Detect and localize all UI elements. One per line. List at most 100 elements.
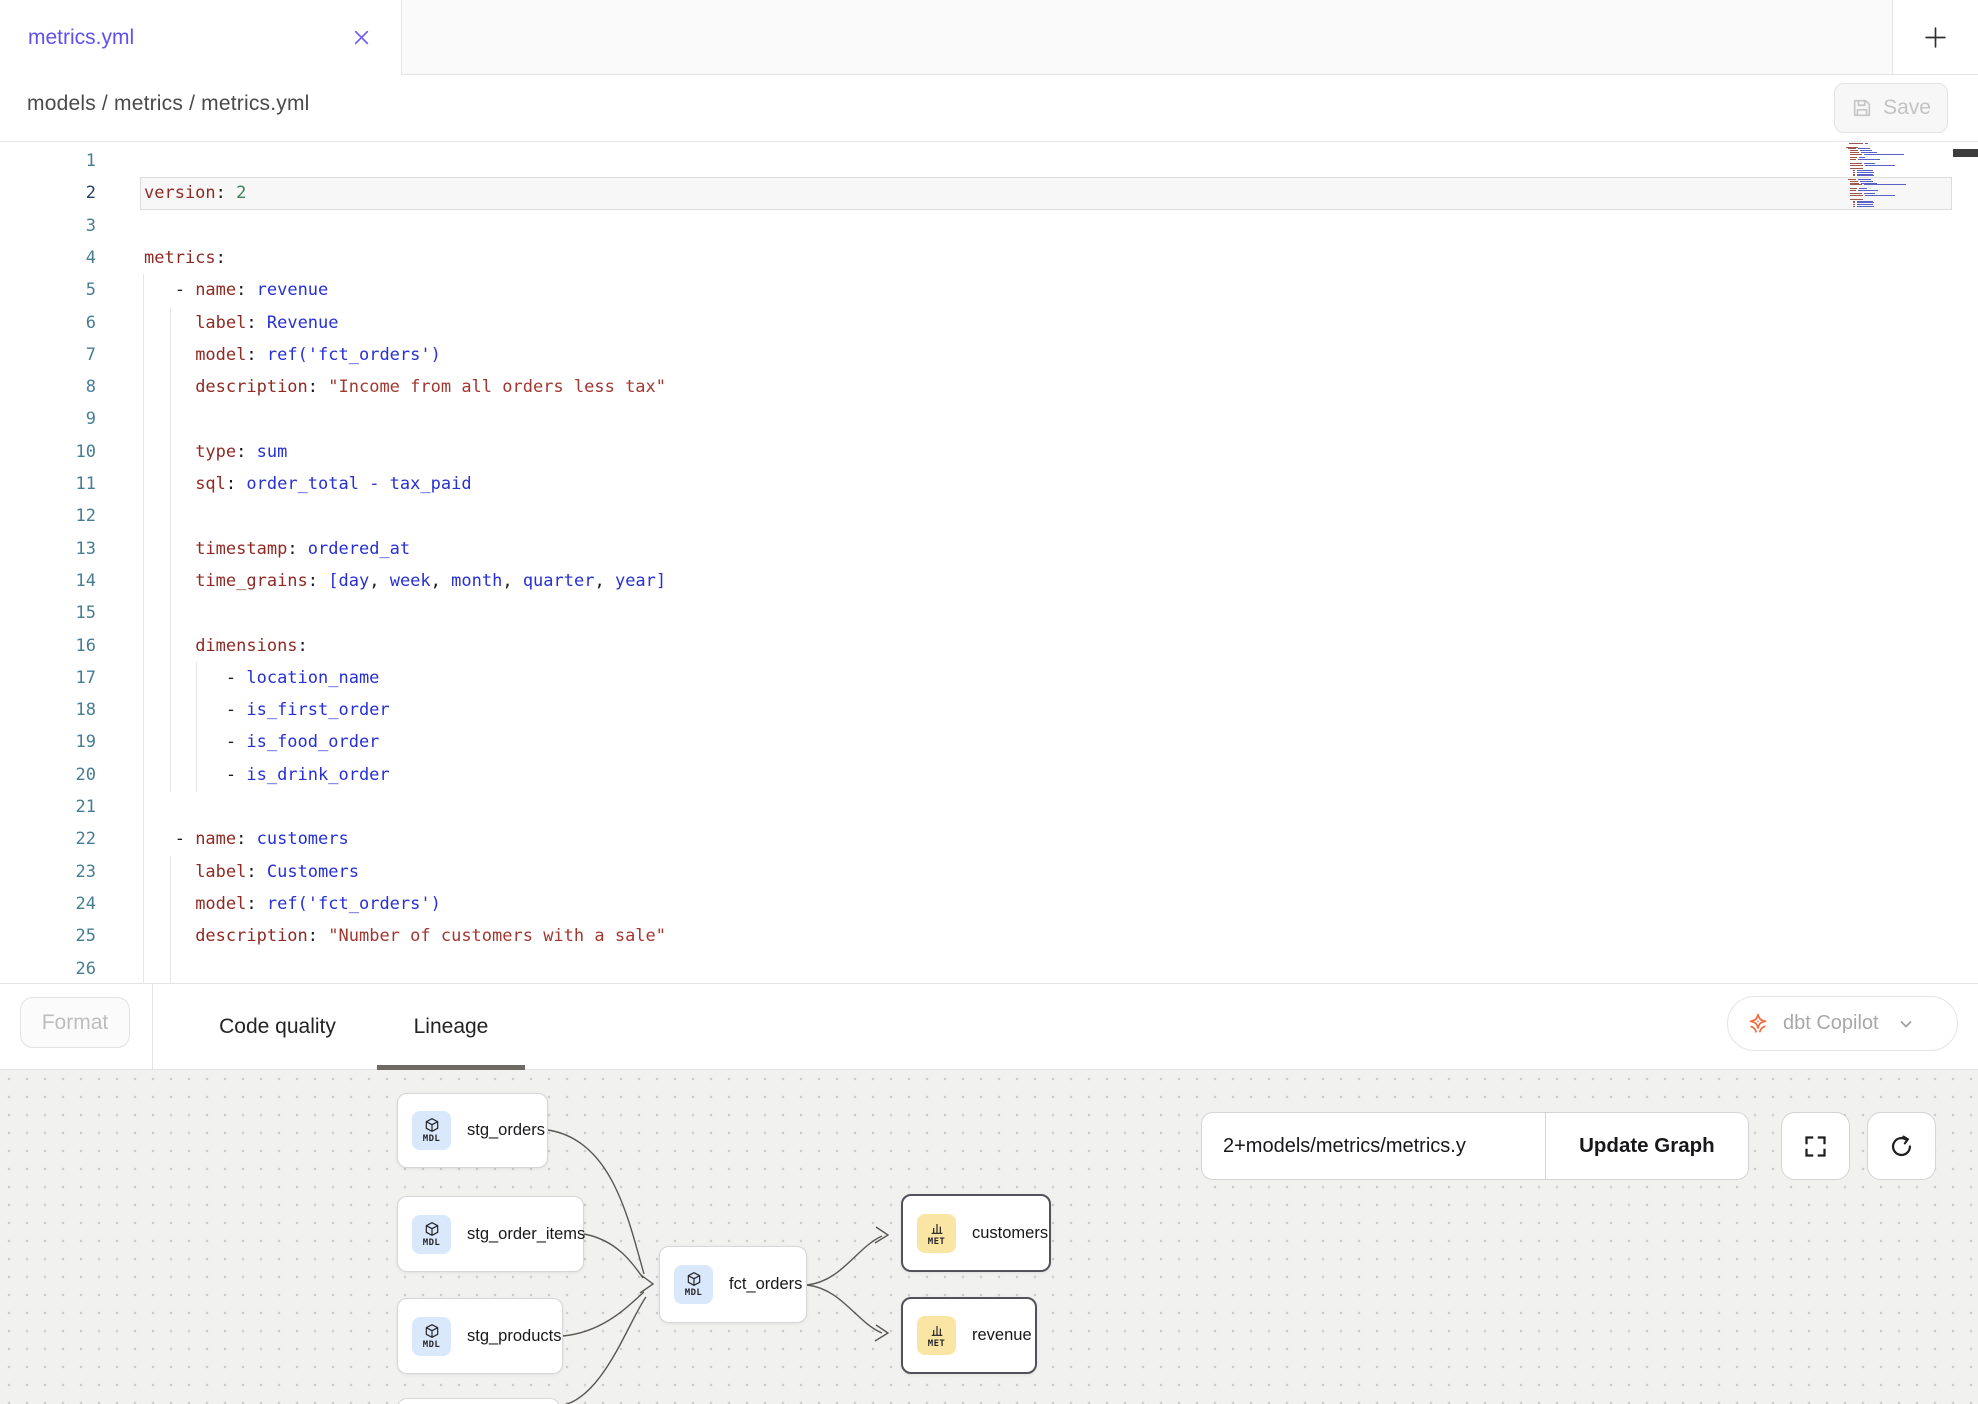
- node-label: stg_orders: [467, 1121, 545, 1140]
- line-number: 9: [0, 403, 96, 436]
- edge-stg_products-to-fct_orders: [563, 1292, 644, 1336]
- code-line-text: metrics:: [144, 242, 226, 275]
- minimap[interactable]: [1846, 143, 1948, 233]
- code-line-15[interactable]: 15: [0, 597, 1978, 630]
- save-button[interactable]: Save: [1834, 83, 1948, 133]
- tab-metrics-yml[interactable]: metrics.yml: [0, 0, 402, 75]
- code-line-16[interactable]: 16 dimensions:: [0, 630, 1978, 663]
- lineage-node-stg_order_items[interactable]: MDL stg_order_items: [397, 1196, 584, 1272]
- line-number: 26: [0, 953, 96, 984]
- line-number: 2: [0, 177, 96, 210]
- line-number: 1: [0, 145, 96, 178]
- new-tab-button[interactable]: [1892, 0, 1978, 75]
- code-line-text: - is_drink_order: [144, 759, 390, 792]
- code-line-text: - is_food_order: [144, 726, 379, 759]
- code-line-2[interactable]: 2version: 2: [0, 177, 1978, 210]
- fullscreen-icon: [1802, 1133, 1829, 1160]
- dbt-copilot-button[interactable]: dbt Copilot: [1727, 996, 1958, 1051]
- model-badge: MDL: [412, 1111, 451, 1150]
- close-tab-icon[interactable]: [346, 22, 376, 52]
- code-line-13[interactable]: 13 timestamp: ordered_at: [0, 533, 1978, 566]
- node-label: fct_orders: [729, 1275, 802, 1294]
- format-button[interactable]: Format: [20, 997, 130, 1048]
- badge-label: MDL: [685, 1288, 702, 1298]
- lineage-node-stg_orders[interactable]: MDL stg_orders: [397, 1093, 548, 1168]
- lineage-node-partial[interactable]: [397, 1398, 560, 1404]
- line-number: 21: [0, 791, 96, 824]
- code-line-text: timestamp: ordered_at: [144, 533, 410, 566]
- badge-label: MDL: [423, 1134, 440, 1144]
- code-line-19[interactable]: 19 - is_food_order: [0, 726, 1978, 759]
- model-cube-icon: [424, 1221, 440, 1237]
- code-line-8[interactable]: 8 description: "Income from all orders l…: [0, 371, 1978, 404]
- lineage-node-customers[interactable]: METcustomers: [901, 1194, 1051, 1272]
- code-line-9[interactable]: 9: [0, 403, 1978, 436]
- refresh-button[interactable]: [1867, 1112, 1936, 1180]
- line-number: 7: [0, 339, 96, 372]
- line-number: 19: [0, 726, 96, 759]
- code-line-11[interactable]: 11 sql: order_total - tax_paid: [0, 468, 1978, 501]
- indent-guide: [143, 953, 144, 984]
- update-graph-button[interactable]: Update Graph: [1545, 1113, 1748, 1179]
- edge-fct_orders-to-revenue: [807, 1285, 882, 1333]
- code-line-text: model: ref('fct_orders'): [144, 339, 441, 372]
- code-line-1[interactable]: 1: [0, 145, 1978, 178]
- node-label: stg_products: [467, 1327, 561, 1346]
- model-badge: MDL: [412, 1317, 451, 1356]
- code-line-3[interactable]: 3: [0, 210, 1978, 243]
- code-line-12[interactable]: 12: [0, 500, 1978, 533]
- indent-guide: [143, 597, 144, 630]
- code-line-10[interactable]: 10 type: sum: [0, 436, 1978, 469]
- breadcrumb: models / metrics / metrics.yml: [27, 92, 310, 116]
- line-number: 12: [0, 500, 96, 533]
- node-label: stg_order_items: [467, 1225, 585, 1244]
- code-line-5[interactable]: 5 - name: revenue: [0, 274, 1978, 307]
- code-line-17[interactable]: 17 - location_name: [0, 662, 1978, 695]
- indent-guide: [143, 791, 144, 824]
- chevron-down-icon: [1898, 1016, 1914, 1032]
- lineage-node-fct_orders[interactable]: MDL fct_orders: [659, 1246, 807, 1323]
- code-line-text: - location_name: [144, 662, 379, 695]
- badge-label: MET: [928, 1237, 945, 1247]
- code-line-22[interactable]: 22 - name: customers: [0, 823, 1978, 856]
- model-badge: MDL: [412, 1215, 451, 1254]
- lineage-node-revenue[interactable]: METrevenue: [901, 1297, 1037, 1374]
- line-number: 23: [0, 856, 96, 889]
- code-line-4[interactable]: 4metrics:: [0, 242, 1978, 275]
- bottom-panel-header: Format Code quality Lineage dbt Copilot: [0, 983, 1978, 1070]
- line-number: 20: [0, 759, 96, 792]
- indent-guide: [143, 500, 144, 533]
- code-line-20[interactable]: 20 - is_drink_order: [0, 759, 1978, 792]
- line-number: 8: [0, 371, 96, 404]
- plus-icon: [1923, 25, 1948, 50]
- code-line-14[interactable]: 14 time_grains: [day, week, month, quart…: [0, 565, 1978, 598]
- metric-badge: MET: [917, 1214, 956, 1253]
- tab-code-quality[interactable]: Code quality: [178, 984, 377, 1069]
- refresh-icon: [1888, 1133, 1915, 1160]
- line-number: 14: [0, 565, 96, 598]
- model-cube-icon: [424, 1117, 440, 1133]
- code-line-18[interactable]: 18 - is_first_order: [0, 694, 1978, 727]
- code-line-25[interactable]: 25 description: "Number of customers wit…: [0, 920, 1978, 953]
- line-number: 11: [0, 468, 96, 501]
- line-number: 6: [0, 307, 96, 340]
- code-line-23[interactable]: 23 label: Customers: [0, 856, 1978, 889]
- save-icon: [1851, 97, 1873, 119]
- code-line-7[interactable]: 7 model: ref('fct_orders'): [0, 339, 1978, 372]
- lineage-canvas[interactable]: MDL stg_orders MDL stg_order_items MDL stg_pr…: [0, 1070, 1978, 1404]
- fullscreen-button[interactable]: [1781, 1112, 1850, 1180]
- lineage-node-stg_products[interactable]: MDL stg_products: [397, 1298, 563, 1374]
- editor-tab-strip: metrics.yml: [0, 0, 1978, 75]
- code-line-text: label: Customers: [144, 856, 359, 889]
- line-number: 3: [0, 210, 96, 243]
- overview-ruler-marker[interactable]: [1953, 149, 1978, 157]
- code-line-24[interactable]: 24 model: ref('fct_orders'): [0, 888, 1978, 921]
- code-line-26[interactable]: 26: [0, 953, 1978, 984]
- lineage-filter-input[interactable]: [1202, 1113, 1545, 1179]
- tab-lineage[interactable]: Lineage: [377, 984, 525, 1069]
- code-line-text: - is_first_order: [144, 694, 390, 727]
- code-line-21[interactable]: 21: [0, 791, 1978, 824]
- code-editor[interactable]: 12version: 234metrics:5 - name: revenue6…: [0, 142, 1978, 983]
- active-line-highlight: [140, 177, 1952, 210]
- code-line-6[interactable]: 6 label: Revenue: [0, 307, 1978, 340]
